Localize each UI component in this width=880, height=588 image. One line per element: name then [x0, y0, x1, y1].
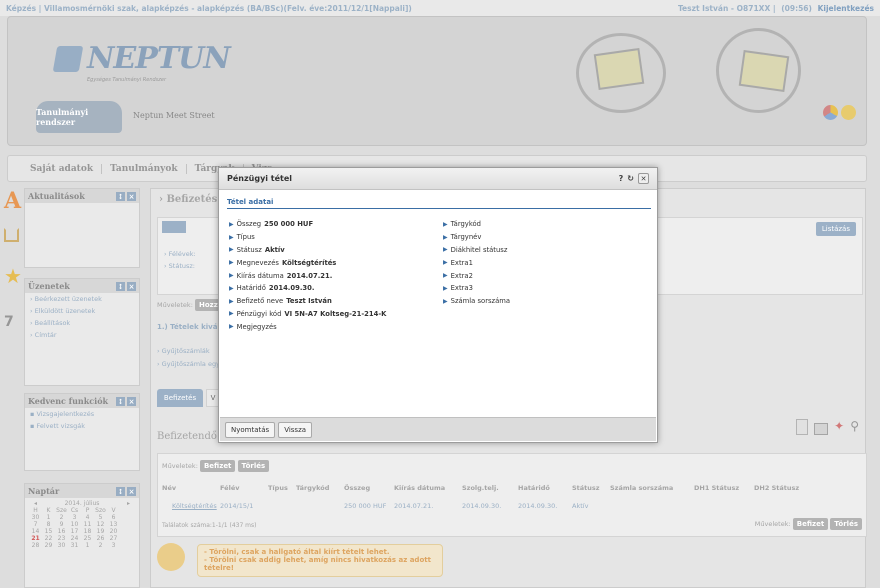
- field-label: Összeg: [236, 220, 262, 229]
- refresh-icon[interactable]: ↻: [627, 174, 634, 183]
- field-value: Teszt István: [286, 297, 332, 306]
- arrow-icon: ▶: [229, 220, 234, 228]
- field-label: Számla sorszáma: [450, 297, 511, 306]
- arrow-icon: ▶: [229, 310, 234, 318]
- field-value: VI 5N-A7 Koltseg-21-214-K: [284, 309, 387, 318]
- dialog-header: Pénzügyi tétel ? ↻ ✕: [219, 168, 657, 190]
- field-megnevezés: ▶ Megnevezés Költségtérítés: [229, 256, 386, 269]
- help-icon[interactable]: ?: [619, 174, 624, 183]
- field-value: 250 000 HUF: [264, 220, 314, 229]
- arrow-icon: ▶: [443, 233, 448, 241]
- field-label: Státusz: [236, 245, 262, 254]
- arrow-icon: ▶: [443, 284, 448, 292]
- field-számla-sorszáma: ▶ Számla sorszáma: [443, 295, 513, 308]
- dialog-footer: Nyomtatás Vissza: [220, 417, 656, 441]
- arrow-icon: ▶: [443, 272, 448, 280]
- field-label: Extra2: [450, 271, 473, 280]
- arrow-icon: ▶: [229, 259, 234, 267]
- field-tárgykód: ▶ Tárgykód: [443, 218, 513, 231]
- field-megjegyzés: ▶ Megjegyzés: [229, 320, 386, 333]
- arrow-icon: ▶: [229, 233, 234, 241]
- field-label: Megnevezés: [236, 258, 279, 267]
- field-label: Tárgykód: [450, 220, 481, 229]
- left-field-list: ▶ Összeg 250 000 HUF ▶ Típus ▶ Státusz Aktív ▶ Me…: [229, 218, 386, 333]
- arrow-icon: ▶: [229, 246, 234, 254]
- field-diákhitel-státusz: ▶ Diákhitel státusz: [443, 244, 513, 257]
- field-típus: ▶ Típus: [229, 231, 386, 244]
- field-label: Típus: [236, 233, 255, 242]
- dialog-title: Pénzügyi tétel: [227, 174, 293, 183]
- arrow-icon: ▶: [443, 297, 448, 305]
- arrow-icon: ▶: [229, 323, 234, 331]
- field-extra3: ▶ Extra3: [443, 282, 513, 295]
- field-kiírás-dátuma: ▶ Kiírás dátuma 2014.07.21.: [229, 269, 386, 282]
- field-value: Aktív: [264, 245, 285, 254]
- financial-item-dialog: Pénzügyi tétel ? ↻ ✕ Tétel adatai ▶ Össze…: [218, 167, 658, 443]
- field-label: Pénzügyi kód: [236, 309, 282, 318]
- field-befizető-neve: ▶ Befizető neve Teszt István: [229, 295, 386, 308]
- right-field-list: ▶ Tárgykód ▶ Tárgynév ▶ Diákhitel státusz ▶ Ext…: [443, 218, 513, 308]
- field-összeg: ▶ Összeg 250 000 HUF: [229, 218, 386, 231]
- arrow-icon: ▶: [443, 246, 448, 254]
- arrow-icon: ▶: [229, 284, 234, 292]
- arrow-icon: ▶: [443, 220, 448, 228]
- field-label: Kiírás dátuma: [236, 271, 284, 280]
- field-label: Határidő: [236, 284, 266, 293]
- field-státusz: ▶ Státusz Aktív: [229, 244, 386, 257]
- field-label: Extra3: [450, 284, 473, 293]
- field-value: 2014.07.21.: [286, 271, 333, 280]
- field-tárgynév: ▶ Tárgynév: [443, 231, 513, 244]
- section-title: Tétel adatai: [227, 198, 651, 209]
- arrow-icon: ▶: [229, 297, 234, 305]
- field-extra1: ▶ Extra1: [443, 256, 513, 269]
- field-label: Extra1: [450, 258, 473, 267]
- field-label: Tárgynév: [450, 233, 482, 242]
- field-határidő: ▶ Határidő 2014.09.30.: [229, 282, 386, 295]
- field-value: Költségtérítés: [281, 258, 337, 267]
- arrow-icon: ▶: [443, 259, 448, 267]
- close-icon[interactable]: ✕: [638, 173, 649, 184]
- field-extra2: ▶ Extra2: [443, 269, 513, 282]
- arrow-icon: ▶: [229, 272, 234, 280]
- back-button[interactable]: Vissza: [278, 421, 313, 438]
- field-value: 2014.09.30.: [268, 284, 315, 293]
- field-pénzügyi-kód: ▶ Pénzügyi kód VI 5N-A7 Koltseg-21-214-K: [229, 308, 386, 321]
- field-label: Megjegyzés: [236, 322, 277, 331]
- field-label: Befizető neve: [236, 297, 284, 306]
- field-label: Diákhitel státusz: [450, 245, 508, 254]
- print-button[interactable]: Nyomtatás: [225, 421, 276, 438]
